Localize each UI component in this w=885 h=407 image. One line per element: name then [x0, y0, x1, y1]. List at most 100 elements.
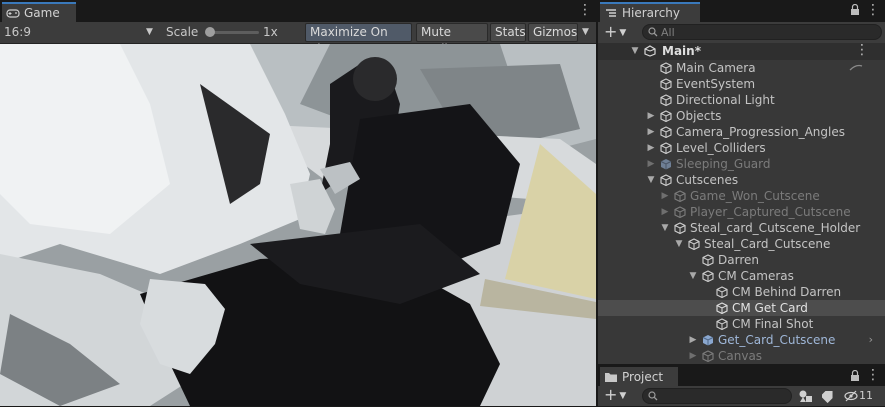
tree-item-steal-card-cutscene-holder[interactable]: ▼ Steal_card_Cutscene_Holder: [598, 220, 885, 236]
tab-project[interactable]: Project: [600, 367, 678, 386]
tree-item-label: Player_Captured_Cutscene: [690, 205, 851, 219]
gameobject-icon: [660, 110, 672, 122]
tree-item-cm-cameras[interactable]: ▼ CM Cameras: [598, 268, 885, 284]
game-tabbar: Game ⋮: [0, 0, 596, 23]
gameobject-icon: [660, 142, 672, 154]
gameobject-icon: [702, 254, 714, 266]
project-menu-icon[interactable]: ⋮: [866, 368, 880, 384]
search-icon: [648, 27, 658, 37]
prefab-icon: [702, 335, 714, 346]
gameobject-icon: [702, 270, 714, 282]
tree-item-label: CM Behind Darren: [732, 285, 842, 299]
expand-arrow-icon[interactable]: ▶: [660, 188, 670, 204]
tree-item-cutscenes[interactable]: ▼ Cutscenes: [598, 172, 885, 188]
mute-audio-button[interactable]: Mute Audio: [416, 23, 488, 56]
tree-item-label: Directional Light: [676, 93, 775, 107]
hierarchy-tree: ▼ Main* ⋮ Main Camera EventSystem Direct…: [598, 43, 885, 364]
game-toolbar: 16:9 ▼ Scale 1x Maximize On Play Mute Au…: [0, 22, 596, 56]
tree-item-darren[interactable]: Darren: [598, 252, 885, 268]
tab-hierarchy-label: Hierarchy: [622, 6, 681, 20]
scene-menu-icon[interactable]: ⋮: [855, 43, 869, 59]
tab-hierarchy[interactable]: Hierarchy: [600, 2, 700, 22]
camera-gizmo-icon: [849, 64, 863, 71]
tree-item-eventsystem[interactable]: EventSystem: [598, 76, 885, 92]
folder-icon: [605, 372, 617, 382]
collapse-arrow-icon[interactable]: ▼: [660, 220, 670, 236]
expand-arrow-icon[interactable]: ▶: [660, 204, 670, 220]
tree-item-label: Steal_Card_Cutscene: [704, 237, 831, 251]
expand-arrow-icon[interactable]: ▶: [688, 348, 698, 364]
project-search-input[interactable]: [642, 388, 792, 404]
maximize-on-play-button[interactable]: Maximize On Play: [305, 23, 412, 56]
gameobject-icon: [660, 126, 672, 138]
tree-item-level-colliders[interactable]: ▶ Level_Colliders: [598, 140, 885, 156]
slider-thumb[interactable]: [205, 27, 215, 37]
gameobject-icon: [688, 238, 700, 250]
project-lock-icon[interactable]: [850, 369, 860, 382]
game-viewport[interactable]: [0, 44, 596, 406]
create-add-button[interactable]: + ▼: [604, 23, 634, 41]
game-menu-icon[interactable]: ⋮: [578, 3, 592, 19]
stats-button[interactable]: Stats: [490, 23, 526, 42]
tree-item-game-won-cutscene[interactable]: ▶ Game_Won_Cutscene: [598, 188, 885, 204]
search-icon: [648, 391, 658, 401]
search-by-type-icon[interactable]: [798, 389, 814, 403]
hierarchy-menu-icon[interactable]: ⋮: [866, 3, 880, 19]
tree-item-cm-final-shot[interactable]: CM Final Shot: [598, 316, 885, 332]
collapse-arrow-icon[interactable]: ▼: [646, 172, 656, 188]
project-panel: Project ⋮ + ▼ 11: [598, 366, 885, 406]
tree-item-label: Camera_Progression_Angles: [676, 125, 845, 139]
unity-scene-icon: [644, 45, 656, 57]
tree-item-canvas[interactable]: ▶ Canvas: [598, 348, 885, 364]
label-tag-icon[interactable]: [822, 389, 836, 403]
search-placeholder: All: [661, 26, 675, 39]
expand-arrow-icon[interactable]: ▶: [688, 332, 698, 348]
hierarchy-tabbar: Hierarchy ⋮: [598, 0, 885, 23]
hidden-packages-toggle[interactable]: 11: [844, 388, 884, 404]
hierarchy-panel: Hierarchy ⋮ + ▼ All ▼ Main* ⋮ Main Camera…: [598, 0, 885, 364]
hierarchy-toolbar: + ▼ All: [598, 22, 885, 44]
project-add-button[interactable]: + ▼: [604, 386, 634, 404]
scale-slider[interactable]: [205, 26, 260, 39]
tree-item-label: CM Cameras: [718, 269, 794, 283]
tab-game-label: Game: [24, 6, 60, 20]
tree-item-sleeping-guard[interactable]: ▶ Sleeping_Guard: [598, 156, 885, 172]
tree-item-cm-behind-darren[interactable]: CM Behind Darren: [598, 284, 885, 300]
collapse-arrow-icon[interactable]: ▼: [674, 236, 684, 252]
tree-item-main-camera[interactable]: Main Camera: [598, 60, 885, 76]
collapse-arrow-icon[interactable]: ▼: [688, 268, 698, 284]
prefab-icon: [660, 159, 672, 170]
project-tabbar: Project ⋮: [598, 366, 885, 387]
expand-arrow-icon[interactable]: ▶: [646, 156, 656, 172]
expand-arrow-icon[interactable]: ▶: [646, 124, 656, 140]
scale-label: Scale: [166, 25, 199, 39]
tree-item-label: Game_Won_Cutscene: [690, 189, 820, 203]
hierarchy-search-input[interactable]: All: [642, 24, 882, 40]
gameobject-icon: [674, 222, 686, 234]
collapse-arrow-icon[interactable]: ▼: [630, 43, 640, 59]
gizmos-dropdown-icon[interactable]: ▼: [582, 27, 589, 37]
tree-item-steal-card-cutscene[interactable]: ▼ Steal_Card_Cutscene: [598, 236, 885, 252]
expand-arrow-icon[interactable]: ▶: [646, 140, 656, 156]
tree-item-label: Get_Card_Cutscene: [718, 333, 836, 347]
expand-arrow-icon[interactable]: ▶: [646, 108, 656, 124]
aspect-dropdown[interactable]: 16:9 ▼: [0, 22, 160, 43]
lock-icon[interactable]: [850, 3, 860, 16]
tab-game[interactable]: Game: [2, 2, 76, 22]
tree-item-player-captured-cutscene[interactable]: ▶ Player_Captured_Cutscene: [598, 204, 885, 220]
tree-item-label: Canvas: [718, 349, 763, 363]
tree-item-get-card-cutscene[interactable]: ▶ Get_Card_Cutscene ›: [598, 332, 885, 348]
tree-item-objects[interactable]: ▶ Objects: [598, 108, 885, 124]
tree-item-label: Darren: [718, 253, 759, 267]
tree-item-directional-light[interactable]: Directional Light: [598, 92, 885, 108]
open-prefab-chevron-icon[interactable]: ›: [869, 332, 873, 348]
tree-item-label: Objects: [676, 109, 722, 123]
tree-item-cm-get-card[interactable]: CM Get Card: [598, 300, 885, 316]
scene-row-main[interactable]: ▼ Main* ⋮: [598, 43, 885, 60]
gameobject-icon: [660, 62, 672, 74]
tree-item-label: Sleeping_Guard: [676, 157, 771, 171]
hierarchy-icon: [606, 9, 616, 17]
gizmos-button[interactable]: Gizmos: [528, 23, 578, 42]
tree-item-label: Cutscenes: [676, 173, 739, 187]
tree-item-camera-progression-angles[interactable]: ▶ Camera_Progression_Angles: [598, 124, 885, 140]
